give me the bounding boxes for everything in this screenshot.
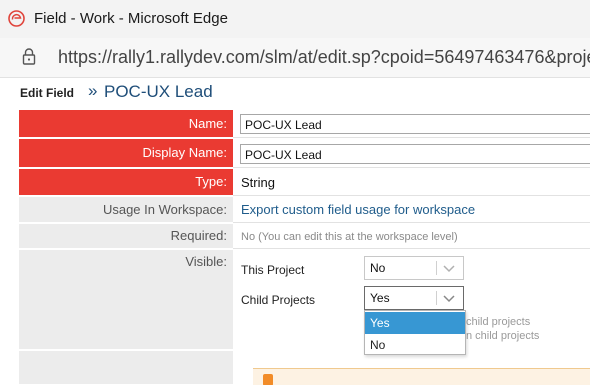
edge-browser-icon xyxy=(8,10,25,27)
type-value: String xyxy=(241,175,275,190)
address-bar[interactable]: https://rally1.rallydev.com/slm/at/edit.… xyxy=(0,38,590,78)
name-label: Name: xyxy=(19,110,233,138)
this-project-select[interactable]: No xyxy=(364,256,464,280)
child-projects-hint: child projects xyxy=(466,316,531,328)
window-title-bar: Field - Work - Microsoft Edge xyxy=(0,0,590,38)
child-projects-label: Child Projects xyxy=(241,293,316,307)
this-project-label: This Project xyxy=(241,263,305,277)
chevron-down-icon[interactable] xyxy=(443,293,455,303)
breadcrumb-separator: » xyxy=(88,81,98,100)
visible-label: Visible: xyxy=(19,250,233,350)
usage-label: Usage In Workspace: xyxy=(19,197,233,223)
child-projects-select[interactable]: Yes xyxy=(364,286,464,310)
display-name-label: Display Name: xyxy=(19,139,233,168)
lock-icon[interactable] xyxy=(22,47,36,67)
this-project-selected-value: No xyxy=(370,261,386,275)
url-text[interactable]: https://rally1.rallydev.com/slm/at/edit.… xyxy=(58,47,590,68)
left-margin xyxy=(0,110,18,385)
page-title: POC-UX Lead xyxy=(104,82,213,101)
dropdown-option-yes[interactable]: Yes xyxy=(365,312,465,334)
required-label: Required: xyxy=(19,224,233,249)
page-header: Edit Field » POC-UX Lead xyxy=(0,80,590,108)
type-label: Type: xyxy=(19,169,233,196)
select-separator xyxy=(436,291,437,305)
required-value: No (You can edit this at the workspace l… xyxy=(241,231,458,243)
display-name-input[interactable]: POC-UX Lead xyxy=(240,144,590,164)
label-column-filler xyxy=(19,351,233,385)
warning-notice xyxy=(253,368,590,385)
type-value-cell xyxy=(233,169,590,196)
chevron-down-icon[interactable] xyxy=(443,263,455,273)
name-input[interactable]: POC-UX Lead xyxy=(240,114,590,134)
window-title: Field - Work - Microsoft Edge xyxy=(34,10,228,27)
dropdown-option-no[interactable]: No xyxy=(365,334,465,356)
child-projects-hint-2: n child projects xyxy=(466,330,540,342)
child-projects-dropdown-menu[interactable]: Yes No xyxy=(364,310,466,355)
child-projects-selected-value: Yes xyxy=(370,291,390,305)
export-usage-link[interactable]: Export custom field usage for workspace xyxy=(241,202,475,217)
select-separator xyxy=(436,261,437,275)
edit-field-label: Edit Field xyxy=(20,86,74,100)
warning-icon xyxy=(263,374,273,385)
